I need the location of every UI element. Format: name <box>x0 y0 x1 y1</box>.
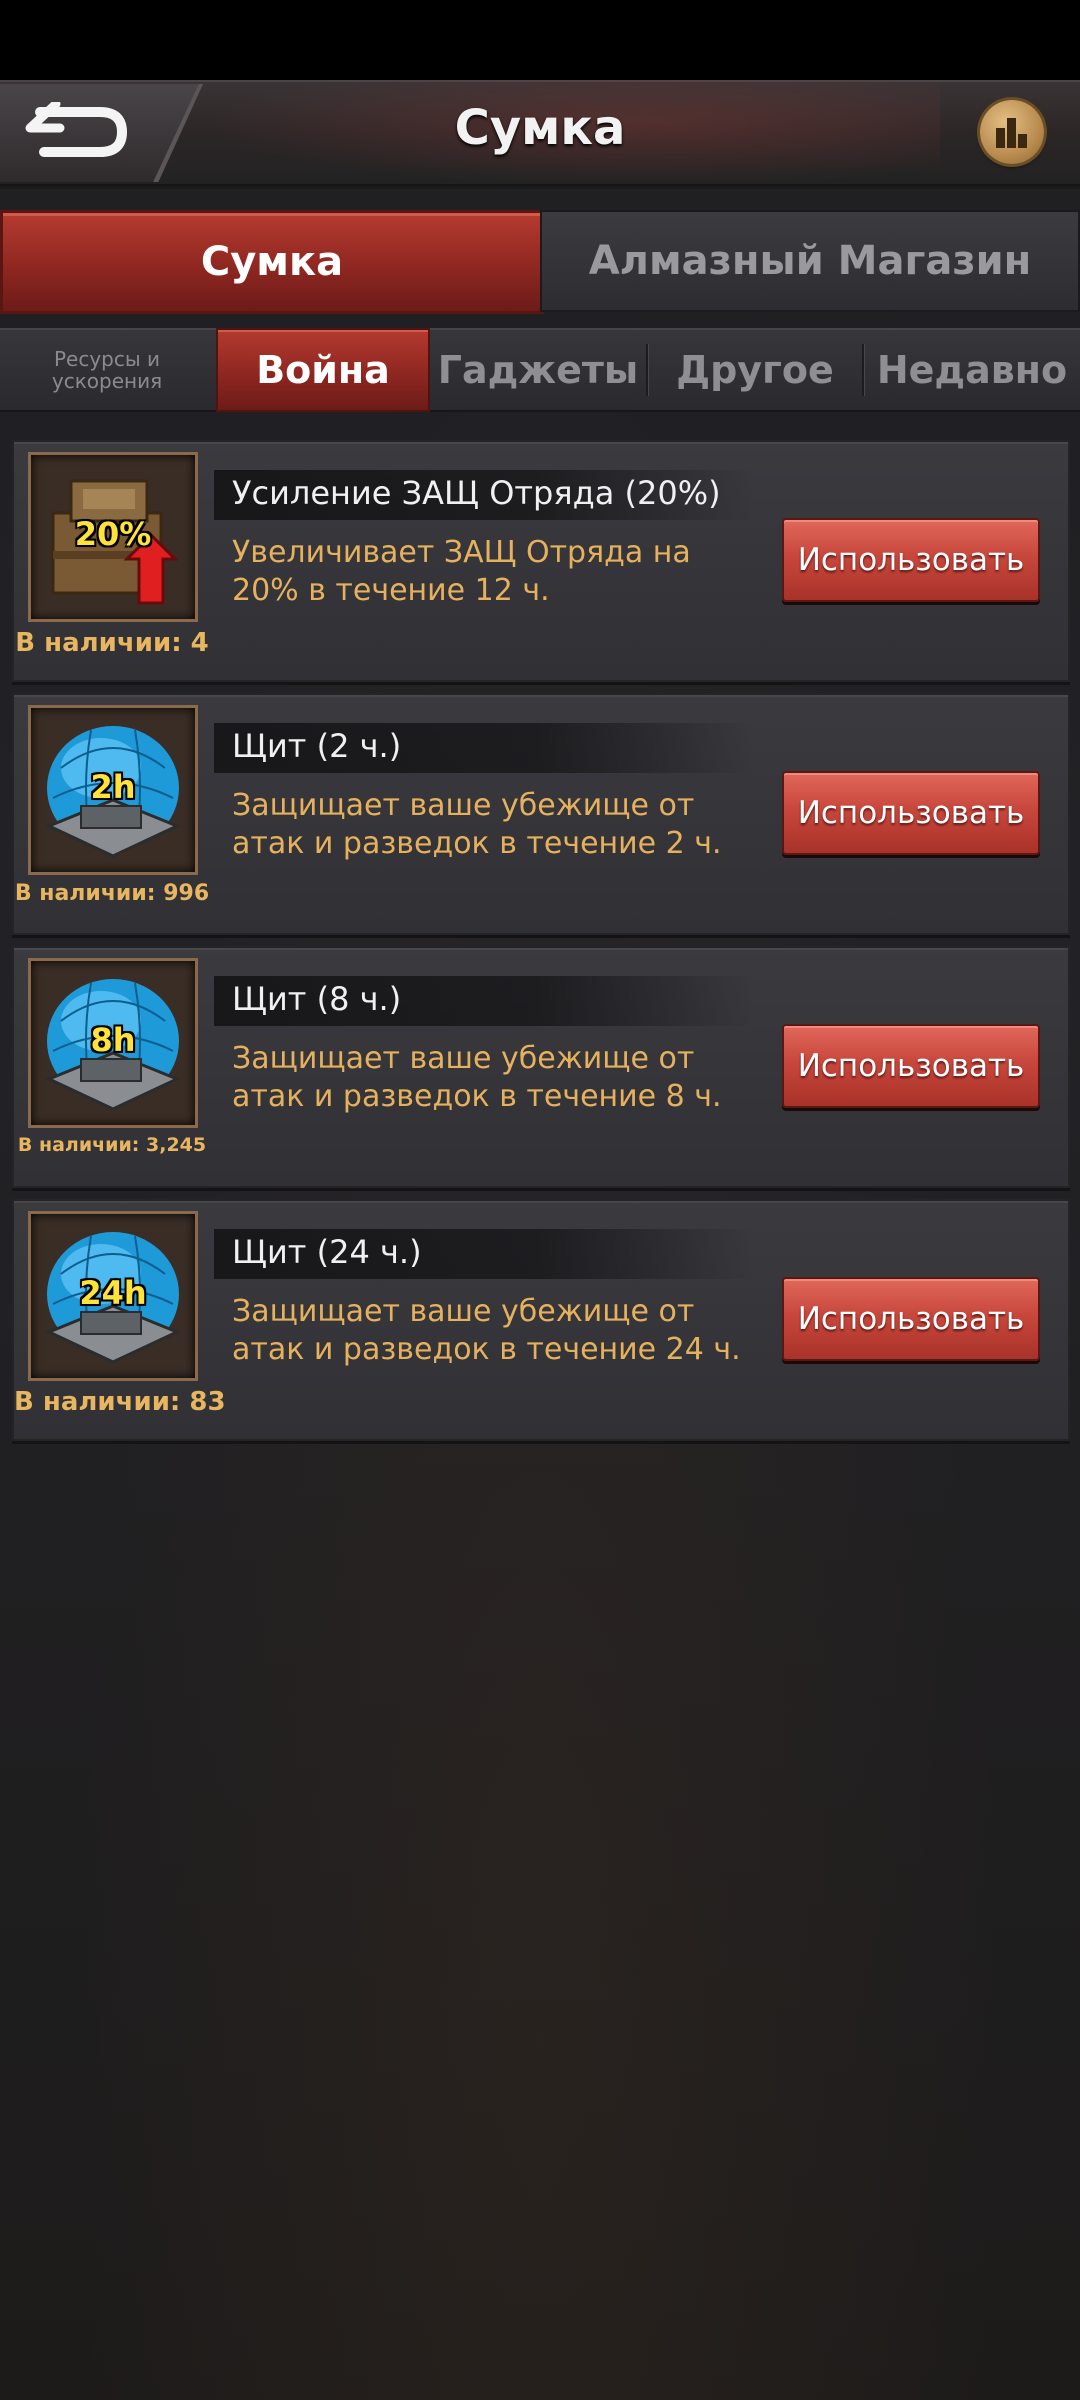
item-description: Защищает ваше убежище от атак и разведок… <box>232 1041 722 1114</box>
shield-dome-icon: 24h <box>28 1211 198 1381</box>
list-item: 8h В наличии: 3,245 Щит (8 ч.) Защищает … <box>12 946 1070 1188</box>
tab-resources-line2: ускорения <box>51 369 163 393</box>
tab-resources-line1: Ресурсы и <box>53 347 161 371</box>
ranking-button[interactable] <box>980 100 1044 164</box>
item-description: Защищает ваше убежище от атак и разведок… <box>232 1294 741 1367</box>
item-name: Щит (24 ч.) <box>232 1233 422 1271</box>
category-tabs: Ресурсы и ускорения Война Гаджеты Другое… <box>0 328 1080 412</box>
item-name: Щит (2 ч.) <box>232 727 402 765</box>
defense-boost-crate-icon: 20% <box>28 452 198 622</box>
stock-count: В наличии: 83 <box>14 1387 226 1417</box>
use-button[interactable]: Использовать <box>782 1277 1040 1361</box>
shield-dome-icon: 2h <box>28 705 198 875</box>
tab-other[interactable]: Другое <box>648 330 862 410</box>
stock-count: В наличии: 4 <box>15 628 209 658</box>
use-button[interactable]: Использовать <box>782 518 1040 602</box>
item-description: Увеличивает ЗАЩ Отряда на 20% в течение … <box>232 535 691 608</box>
main-tabs: Сумка Алмазный Магазин <box>0 210 1080 314</box>
tab-recent[interactable]: Недавно <box>864 330 1080 410</box>
icon-badge-label: 2h <box>90 768 136 806</box>
top-bar: Сумка <box>0 80 1080 189</box>
list-item: 20% В наличии: 4 Усиление ЗАЩ Отряда (20… <box>12 440 1070 682</box>
icon-badge-label: 8h <box>90 1021 136 1059</box>
item-description: Защищает ваше убежище от атак и разведок… <box>232 788 722 861</box>
status-bar <box>0 0 1080 80</box>
icon-badge-label: 20% <box>74 515 152 553</box>
list-item: 2h В наличии: 996 Щит (2 ч.) Защищает ва… <box>12 693 1070 935</box>
stock-count: В наличии: 3,245 <box>17 1134 207 1156</box>
icon-badge-label: 24h <box>79 1274 147 1312</box>
list-item: 24h В наличии: 83 Щит (24 ч.) Защищает в… <box>12 1199 1070 1441</box>
bar-chart-icon <box>996 118 1027 148</box>
tab-bag[interactable]: Сумка <box>0 210 544 314</box>
item-name: Усиление ЗАЩ Отряда (20%) <box>232 474 721 512</box>
page-title: Сумка <box>454 100 626 156</box>
tab-gadgets[interactable]: Гаджеты <box>430 330 646 410</box>
tab-resources-speedups[interactable]: Ресурсы и ускорения <box>0 330 214 410</box>
use-button[interactable]: Использовать <box>782 1024 1040 1108</box>
item-name: Щит (8 ч.) <box>232 980 402 1018</box>
stock-count: В наличии: 996 <box>14 881 210 906</box>
shield-dome-icon: 8h <box>28 958 198 1128</box>
tab-war[interactable]: Война <box>216 328 430 412</box>
use-button[interactable]: Использовать <box>782 771 1040 855</box>
tab-diamond-shop[interactable]: Алмазный Магазин <box>540 210 1080 312</box>
